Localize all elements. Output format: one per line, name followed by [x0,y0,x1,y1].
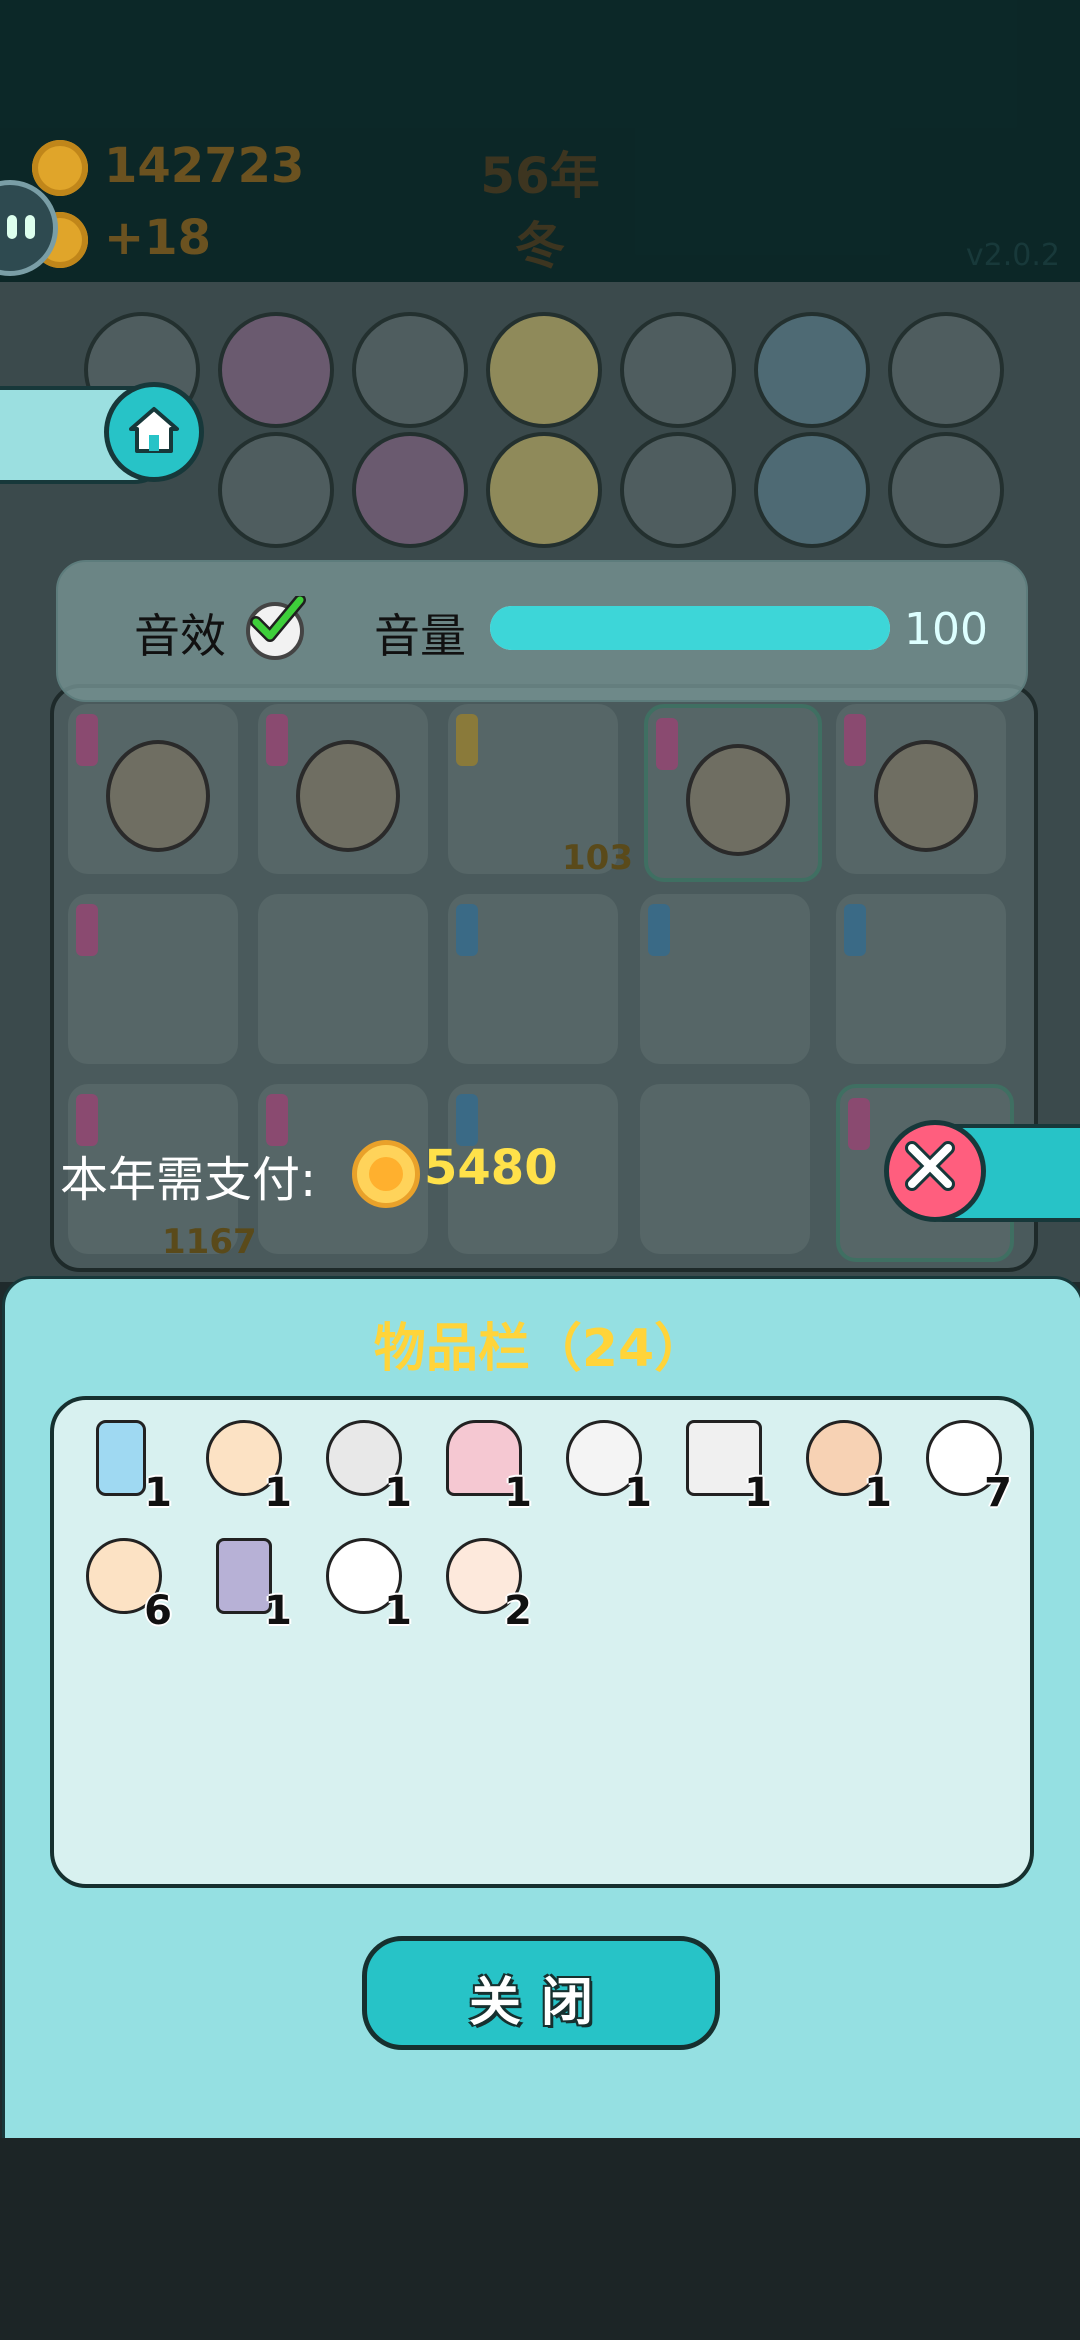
grid-cell[interactable] [258,704,428,874]
volume-value: 100 [904,604,988,655]
close-inventory-label: 关闭 [468,1973,613,2033]
year-label: 56年 [480,147,600,205]
leaf-tile[interactable] [486,312,602,428]
volume-label: 音量 [374,609,466,663]
fries-tile[interactable] [218,432,334,548]
pump-tile[interactable] [352,312,468,428]
wang-tile[interactable] [486,432,602,548]
inventory-item-server-rack[interactable]: 1 [186,1528,296,1634]
grid-cell[interactable] [68,704,238,874]
coin-delta: +18 [104,210,212,266]
inventory-item-fridge[interactable]: 1 [66,1410,176,1516]
inventory-item-cap-man[interactable]: 1 [306,1410,416,1516]
inventory-item-rabbit[interactable]: 7 [906,1410,1016,1516]
inventory-item-copy-paste[interactable]: 1 [666,1410,776,1516]
season-label: 冬 [515,217,565,275]
inventory-item-man-face[interactable]: 2 [426,1528,536,1634]
leaf-tile-3[interactable] [754,432,870,548]
grid-cell-horse[interactable] [640,1084,810,1254]
checkmark-icon [250,596,306,642]
bottom-area [0,2138,1080,2340]
leaf-tile-2[interactable] [352,432,468,548]
inventory-item-shrine[interactable]: 1 [426,1410,536,1516]
inventory-item-bald-man[interactable]: 6 [66,1528,176,1634]
dismiss-button[interactable] [884,1120,986,1222]
grid-cell-rabbit[interactable] [640,894,810,1064]
grid-cell-rabbit[interactable] [836,894,1006,1064]
sound-effect-label: 音效 [134,609,226,663]
volume-slider-fill[interactable] [490,606,890,650]
sound-effect-checkbox[interactable] [246,596,306,660]
grid-cell-farmer[interactable] [644,704,822,882]
cell-count: 1167 [162,1222,257,1262]
coin-total: 142723 [104,138,305,194]
grid-cell-rabbit[interactable] [448,894,618,1064]
grid-cell[interactable] [836,704,1006,874]
compass-tile[interactable] [754,312,870,428]
ghost-tile[interactable] [620,432,736,548]
inventory-grid: 1 1 1 1 1 1 1 7 6 1 1 2 [50,1396,1034,1888]
chick-tile[interactable] [888,312,1004,428]
inventory-title: 物品栏（24） [373,1319,707,1379]
annual-payment-label: 本年需支付: [60,1152,317,1208]
inventory-item-bald-glasses-gold[interactable]: 1 [186,1410,296,1516]
inventory-item-horse[interactable]: 1 [306,1528,416,1634]
calendar-tile[interactable] [218,312,334,428]
coin-icon [352,1140,420,1208]
coin-icon [32,140,88,196]
grid-cell-shrine[interactable] [68,894,238,1064]
annual-payment-amount: 5480 [424,1140,558,1196]
home-button[interactable] [104,382,204,482]
fridge-icon [96,1420,146,1496]
skip-tile[interactable] [620,312,736,428]
inventory-item-husky-king[interactable]: 1 [546,1410,656,1516]
close-icon [905,1141,955,1191]
cell-count: 103 [562,838,633,878]
hammer-tile[interactable] [888,432,1004,548]
inventory-item-farmer[interactable]: 1 [786,1410,896,1516]
home-icon [129,407,179,453]
version-label: v2.0.2 [965,238,1060,273]
grid-cell-empty[interactable] [258,894,428,1064]
